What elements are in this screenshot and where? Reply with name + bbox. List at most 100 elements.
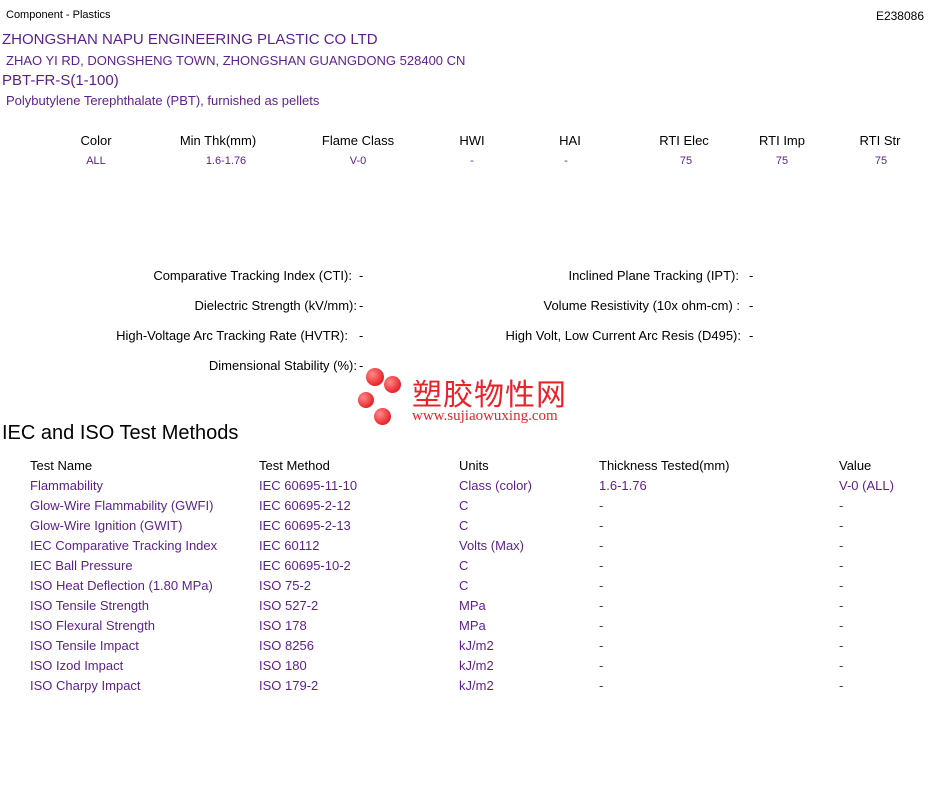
prop-value-color: ALL: [86, 155, 106, 167]
table-cell-value: -: [839, 498, 844, 513]
table-cell-units: kJ/m2: [459, 638, 494, 653]
table-cell-units: Volts (Max): [459, 538, 525, 553]
table-cell-test-method: IEC 60695-11-10: [259, 478, 358, 493]
prop-value-rti-imp: 75: [775, 155, 789, 167]
prop-header-rti-imp: RTI Imp: [759, 133, 805, 148]
company-address: ZHAO YI RD, DONGSHENG TOWN, ZHONGSHAN GU…: [6, 53, 466, 68]
logo-dot: [366, 368, 384, 386]
table-cell-test-name: ISO Charpy Impact: [30, 678, 141, 693]
table-cell-thickness-tested: -: [599, 658, 604, 673]
table-cell-thickness-tested: -: [599, 518, 604, 533]
table-cell-thickness-tested: -: [599, 678, 604, 693]
volume-resistivity-value: -: [749, 298, 754, 313]
volume-resistivity-label: Volume Resistivity (10x ohm-cm) :: [543, 298, 741, 313]
col-header-thickness: Thickness Tested(mm): [599, 458, 730, 473]
prop-value-flame-class: V-0: [349, 155, 367, 167]
table-cell-value: -: [839, 598, 844, 613]
logo-dot: [384, 376, 401, 393]
table-cell-test-method: ISO 527-2: [259, 598, 319, 613]
table-cell-units: MPa: [459, 598, 486, 613]
prop-value-rti-elec: 75: [679, 155, 693, 167]
hvtr-value: -: [359, 328, 364, 343]
table-cell-value: -: [839, 658, 844, 673]
table-cell-thickness-tested: -: [599, 598, 604, 613]
table-cell-test-method: IEC 60695-2-13: [259, 518, 351, 533]
prop-header-min-thk: Min Thk(mm): [179, 133, 257, 148]
prop-header-flame-class: Flame Class: [321, 133, 395, 148]
table-cell-thickness-tested: -: [599, 558, 604, 573]
file-number: E238086: [875, 9, 924, 23]
table-cell-test-name: Glow-Wire Ignition (GWIT): [30, 518, 183, 533]
table-cell-thickness-tested: -: [599, 618, 604, 633]
table-cell-test-name: IEC Comparative Tracking Index: [30, 538, 218, 553]
table-cell-value: -: [839, 618, 844, 633]
watermark-url: www.sujiaowuxing.com: [412, 408, 558, 424]
ipt-value: -: [749, 268, 754, 283]
table-cell-test-name: ISO Izod Impact: [30, 658, 124, 673]
table-cell-test-name: ISO Heat Deflection (1.80 MPa): [30, 578, 213, 593]
ipt-label: Inclined Plane Tracking (IPT):: [568, 268, 739, 283]
dielectric-strength-value: -: [359, 298, 364, 313]
table-cell-thickness-tested: 1.6-1.76: [599, 478, 647, 493]
table-cell-test-method: IEC 60695-10-2: [259, 558, 351, 573]
logo-dot: [374, 408, 391, 425]
prop-value-rti-str: 75: [874, 155, 888, 167]
table-cell-value: -: [839, 638, 844, 653]
table-cell-test-method: ISO 178: [259, 618, 307, 633]
table-cell-units: C: [459, 558, 469, 573]
col-header-value: Value: [839, 458, 872, 473]
table-cell-thickness-tested: -: [599, 578, 604, 593]
table-cell-thickness-tested: -: [599, 638, 604, 653]
col-header-test-name: Test Name: [30, 458, 93, 473]
table-cell-test-method: ISO 8256: [259, 638, 314, 653]
table-cell-units: kJ/m2: [459, 658, 494, 673]
table-cell-units: C: [459, 498, 469, 513]
table-cell-test-name: ISO Flexural Strength: [30, 618, 155, 633]
prop-value-min-thk: 1.6-1.76: [205, 155, 247, 167]
prop-header-rti-str: RTI Str: [859, 133, 901, 148]
table-cell-test-method: ISO 75-2: [259, 578, 312, 593]
table-cell-units: C: [459, 518, 469, 533]
col-header-test-method: Test Method: [259, 458, 330, 473]
prop-header-rti-elec: RTI Elec: [659, 133, 709, 148]
table-cell-test-method: ISO 179-2: [259, 678, 319, 693]
product-grade: PBT-FR-S(1-100): [2, 72, 119, 89]
table-cell-units: MPa: [459, 618, 486, 633]
table-cell-test-method: IEC 60695-2-12: [259, 498, 351, 513]
table-cell-test-method: IEC 60112: [259, 538, 320, 553]
company-name: ZHONGSHAN NAPU ENGINEERING PLASTIC CO LT…: [2, 31, 378, 48]
prop-header-hai: HAI: [559, 133, 581, 148]
table-cell-test-name: Glow-Wire Flammability (GWFI): [30, 498, 214, 513]
table-cell-value: V-0 (ALL): [839, 478, 894, 493]
table-cell-test-name: ISO Tensile Impact: [30, 638, 139, 653]
table-cell-value: -: [839, 558, 844, 573]
table-cell-value: -: [839, 518, 844, 533]
table-cell-thickness-tested: -: [599, 538, 604, 553]
product-description: Polybutylene Terephthalate (PBT), furnis…: [6, 93, 320, 108]
d495-value: -: [749, 328, 754, 343]
prop-header-hwi: HWI: [459, 133, 485, 148]
prop-value-hai: -: [564, 155, 568, 167]
d495-label: High Volt, Low Current Arc Resis (D495):: [505, 328, 741, 343]
table-cell-test-name: IEC Ball Pressure: [30, 558, 133, 573]
table-cell-test-method: ISO 180: [259, 658, 307, 673]
table-cell-units: C: [459, 578, 469, 593]
table-cell-value: -: [839, 678, 844, 693]
watermark-logo: 塑胶物性网 www.sujiaowuxing.com: [356, 366, 596, 430]
document-category: Component - Plastics: [6, 9, 111, 21]
table-cell-value: -: [839, 538, 844, 553]
table-cell-test-name: ISO Tensile Strength: [30, 598, 149, 613]
table-cell-units: kJ/m2: [459, 678, 494, 693]
table-cell-thickness-tested: -: [599, 498, 604, 513]
table-cell-units: Class (color): [459, 478, 532, 493]
cti-value: -: [359, 268, 364, 283]
dielectric-strength-label: Dielectric Strength (kV/mm):: [194, 298, 357, 313]
logo-dot: [358, 392, 374, 408]
dimensional-stability-label: Dimensional Stability (%):: [208, 358, 357, 373]
cti-label: Comparative Tracking Index (CTI):: [153, 268, 352, 283]
col-header-units: Units: [459, 458, 489, 473]
section-title: IEC and ISO Test Methods: [2, 422, 239, 444]
prop-header-color: Color: [80, 133, 112, 148]
table-cell-value: -: [839, 578, 844, 593]
hvtr-label: High-Voltage Arc Tracking Rate (HVTR):: [116, 328, 348, 343]
